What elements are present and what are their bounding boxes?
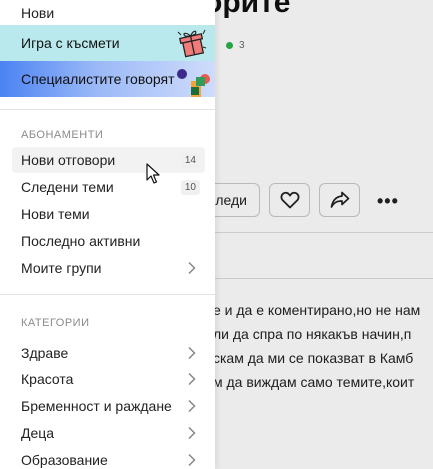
specialists-shapes-icon	[177, 69, 210, 97]
gift-icon	[177, 29, 207, 58]
menu-separator	[0, 109, 215, 110]
menu-item-recently-active[interactable]: Последно активни	[12, 228, 205, 254]
menu-item-new[interactable]: Нови	[12, 0, 205, 26]
menu-item-label: Деца	[21, 425, 55, 441]
menu-item-my-groups[interactable]: Моите групи	[12, 255, 205, 281]
subscriptions-heading: АБОНАМЕНТИ	[21, 129, 104, 141]
menu-item-label: Моите групи	[21, 260, 102, 276]
promo-specialists[interactable]: Специалистите говорят	[0, 61, 215, 97]
menu-item-followed-topics[interactable]: Следени теми 10	[12, 174, 205, 200]
menu-item-pregnancy[interactable]: Бременност и раждане	[12, 393, 205, 419]
chevron-right-icon	[188, 453, 196, 467]
side-menu: Нови Игра с късмети Специалистите говоря…	[0, 0, 215, 469]
count-badge: 14	[180, 152, 200, 168]
promo-luck-game[interactable]: Игра с късмети	[0, 25, 215, 61]
menu-item-beauty[interactable]: Красота	[12, 366, 205, 392]
menu-item-label: Нови	[21, 5, 55, 21]
categories-heading: КАТЕГОРИИ	[21, 317, 90, 329]
menu-item-new-topics[interactable]: Нови теми	[12, 201, 205, 227]
menu-item-label: Бременност и раждане	[21, 398, 172, 414]
menu-item-label: Нови теми	[21, 206, 90, 222]
menu-item-health[interactable]: Здраве	[12, 340, 205, 366]
chevron-right-icon	[188, 346, 196, 360]
menu-item-label: Красота	[21, 371, 74, 387]
count-badge: 10	[180, 179, 200, 195]
chevron-right-icon	[188, 426, 196, 440]
menu-item-label: Здраве	[21, 345, 69, 361]
menu-item-education[interactable]: Образование	[12, 447, 205, 469]
menu-item-new-replies[interactable]: Нови отговори 14	[12, 147, 205, 173]
mouse-cursor-icon	[146, 163, 160, 184]
chevron-right-icon	[188, 399, 196, 413]
menu-separator	[0, 294, 215, 295]
promo-label: Специалистите говорят	[21, 71, 175, 87]
chevron-right-icon	[188, 261, 196, 275]
promo-label: Игра с късмети	[21, 35, 120, 51]
menu-item-kids[interactable]: Деца	[12, 420, 205, 446]
menu-item-label: Последно активни	[21, 233, 141, 249]
chevron-right-icon	[188, 372, 196, 386]
menu-item-label: Образование	[21, 452, 108, 468]
